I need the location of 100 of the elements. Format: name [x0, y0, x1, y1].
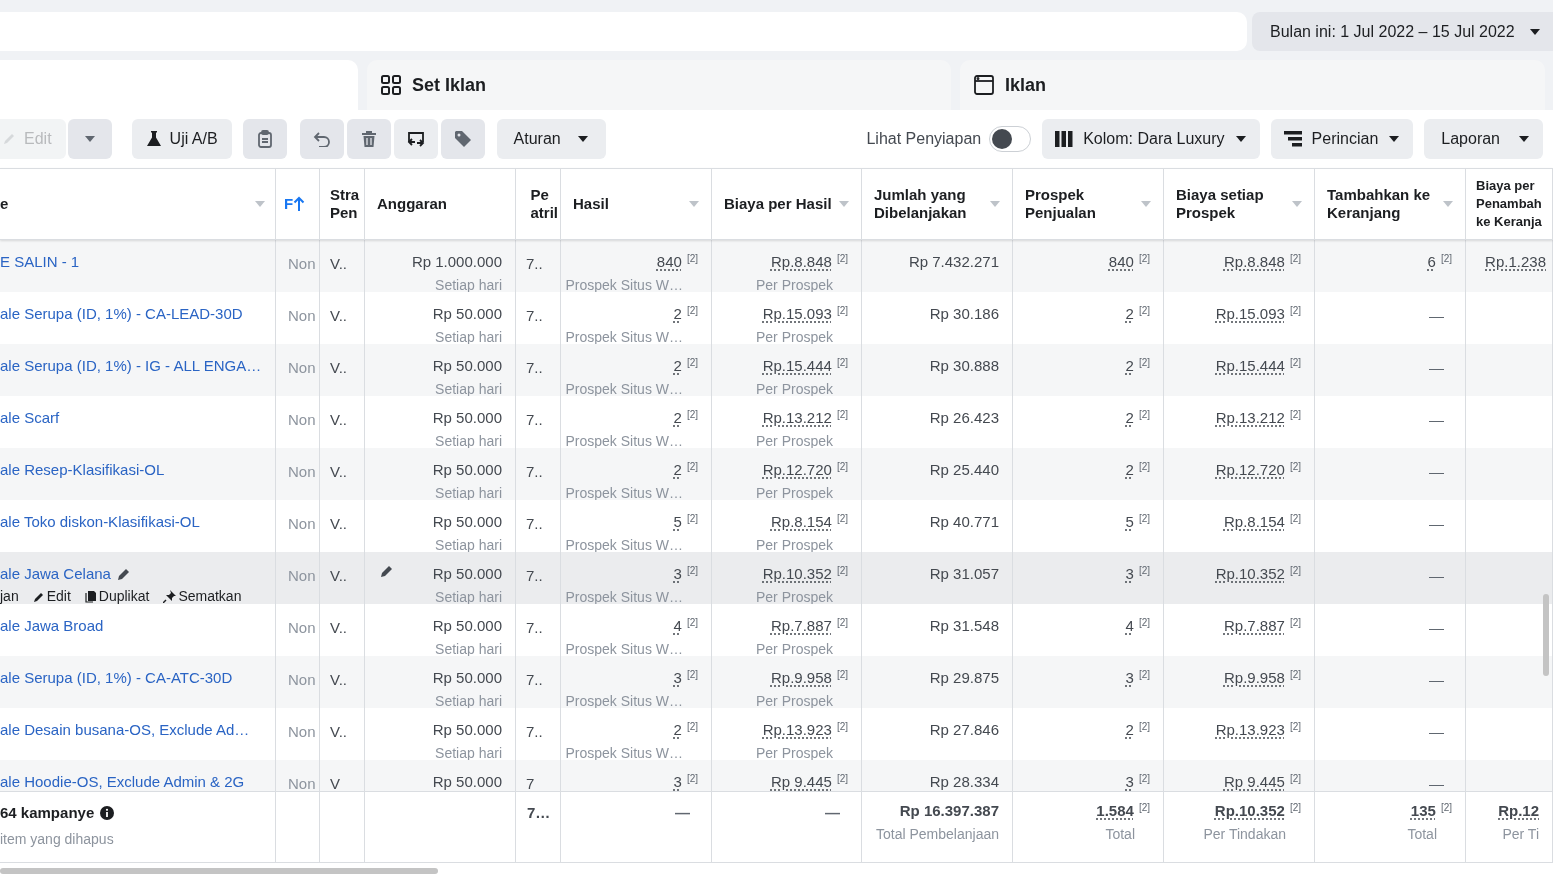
- campaign-link[interactable]: ale Scarf: [0, 409, 60, 427]
- metric-value[interactable]: 5: [673, 513, 682, 531]
- tab[interactable]: Iklan: [960, 60, 1545, 110]
- column-menu-icon[interactable]: [689, 201, 699, 207]
- metric-value[interactable]: Rp.10.352: [1214, 802, 1285, 820]
- metric-value[interactable]: Rp.8.848: [771, 253, 832, 271]
- tab[interactable]: Set Iklan: [367, 60, 951, 110]
- column-menu-icon[interactable]: [1443, 201, 1453, 207]
- column-header[interactable]: Biaya per Hasil: [724, 195, 832, 213]
- dropdown-button[interactable]: [67, 119, 112, 159]
- row-action-link[interactable]: Sematkan: [163, 586, 242, 604]
- metric-value[interactable]: Rp.9.958: [1224, 669, 1285, 687]
- metric-value[interactable]: 3: [673, 773, 682, 791]
- metric-value[interactable]: Rp.13.923: [1215, 721, 1285, 739]
- pencil-icon[interactable]: [380, 564, 394, 578]
- metric-value[interactable]: 2: [1125, 357, 1134, 375]
- metric-value[interactable]: 2: [673, 305, 682, 323]
- column-header[interactable]: Jumlah yang Dibelanjakan: [874, 186, 967, 222]
- metric-value[interactable]: 2: [1125, 305, 1134, 323]
- column-header[interactable]: Anggaran: [377, 195, 447, 213]
- campaign-link[interactable]: ale Hoodie-OS, Exclude Admin & 2G: [0, 773, 245, 791]
- scrollbar-thumb[interactable]: [0, 868, 438, 874]
- column-header[interactable]: Prospek Penjualan: [1025, 186, 1096, 222]
- campaign-link[interactable]: ale Toko diskon-Klasifikasi-OL: [0, 513, 200, 531]
- column-header[interactable]: Tambahkan ke Keranjang: [1327, 186, 1431, 222]
- campaign-link[interactable]: ale Desain busana-OS, Exclude Ad…: [0, 721, 250, 739]
- row-action-link[interactable]: Duplikat: [84, 586, 150, 604]
- sort-ascending-icon[interactable]: [293, 196, 306, 212]
- metric-value[interactable]: 1.584: [1096, 802, 1134, 820]
- scrollbar-thumb[interactable]: [1543, 594, 1549, 676]
- metric-value[interactable]: Rp.13.212: [1215, 409, 1285, 427]
- metric-value[interactable]: 2: [1125, 721, 1134, 739]
- clipboard-button[interactable]: [242, 119, 287, 159]
- metric-value[interactable]: 3: [1125, 565, 1134, 583]
- metric-value[interactable]: 2: [673, 357, 682, 375]
- metric-value[interactable]: 2: [673, 461, 682, 479]
- metric-value[interactable]: 840: [1108, 253, 1134, 271]
- column-header[interactable]: Pe atril: [530, 186, 558, 222]
- breakdown-dropdown[interactable]: Perincian: [1270, 119, 1414, 159]
- pencil-icon[interactable]: [116, 567, 131, 581]
- metric-value[interactable]: Rp.7.887: [1224, 617, 1285, 635]
- report-dropdown[interactable]: Laporan: [1424, 119, 1543, 159]
- metric-value[interactable]: 2: [1125, 461, 1134, 479]
- info-icon[interactable]: [100, 806, 115, 821]
- metric-value[interactable]: Rp.15.093: [1215, 305, 1285, 323]
- metric-value[interactable]: Rp.13.212: [762, 409, 832, 427]
- trash-button[interactable]: [346, 119, 391, 159]
- column-header[interactable]: Biaya per Penambah ke Keranja: [1476, 177, 1542, 231]
- metric-value[interactable]: Rp 9.445: [1224, 773, 1285, 791]
- column-header[interactable]: Biaya setiap Prospek: [1176, 186, 1264, 222]
- metric-value[interactable]: Rp.12.720: [762, 461, 832, 479]
- metric-value[interactable]: 4: [673, 617, 682, 635]
- column-menu-icon[interactable]: [839, 201, 849, 207]
- rules-dropdown[interactable]: Aturan: [496, 119, 606, 159]
- campaign-link[interactable]: E SALIN - 1: [0, 253, 80, 271]
- metric-value[interactable]: Rp.8.848: [1224, 253, 1285, 271]
- swap-button[interactable]: [393, 119, 438, 159]
- metric-value[interactable]: Rp.12.720: [1215, 461, 1285, 479]
- column-menu-icon[interactable]: [1292, 201, 1302, 207]
- metric-value[interactable]: Rp 9.445: [771, 773, 832, 791]
- column-header[interactable]: Stra Pen: [330, 186, 360, 222]
- metric-value[interactable]: 840: [656, 253, 682, 271]
- metric-value[interactable]: 3: [1125, 773, 1134, 791]
- campaign-link[interactable]: ale Serupa (ID, 1%) - IG - ALL ENGA…: [0, 357, 262, 375]
- campaign-link[interactable]: ale Jawa Celana: [0, 565, 111, 583]
- metric-value[interactable]: Rp.7.887: [771, 617, 832, 635]
- metric-value[interactable]: 3: [673, 669, 682, 687]
- metric-value[interactable]: 2: [673, 721, 682, 739]
- date-range-button[interactable]: Bulan ini: 1 Jul 2022 – 15 Jul 2022: [1252, 12, 1553, 51]
- column-header[interactable]: F: [284, 195, 294, 213]
- column-menu-icon[interactable]: [990, 201, 1000, 207]
- metric-value[interactable]: Rp.15.093: [762, 305, 832, 323]
- metric-value[interactable]: 2: [673, 409, 682, 427]
- row-action-link[interactable]: jan: [0, 586, 19, 604]
- campaign-link[interactable]: ale Jawa Broad: [0, 617, 104, 635]
- metric-value[interactable]: Rp.10.352: [1215, 565, 1285, 583]
- column-header[interactable]: Hasil: [573, 195, 609, 213]
- metric-value[interactable]: Rp.12: [1498, 802, 1539, 820]
- columns-dropdown[interactable]: Kolom: Dara Luxury: [1042, 119, 1260, 159]
- metric-value[interactable]: Rp.8.154: [1224, 513, 1285, 531]
- ab-test-button[interactable]: Uji A/B: [131, 119, 232, 159]
- undo-button[interactable]: [299, 119, 344, 159]
- campaign-link[interactable]: ale Serupa (ID, 1%) - CA-LEAD-30D: [0, 305, 243, 323]
- metric-value[interactable]: Rp.15.444: [762, 357, 832, 375]
- metric-value[interactable]: Rp.15.444: [1215, 357, 1285, 375]
- campaign-link[interactable]: ale Serupa (ID, 1%) - CA-ATC-30D: [0, 669, 233, 687]
- metric-value[interactable]: 5: [1125, 513, 1134, 531]
- toggle-switch[interactable]: [989, 126, 1032, 152]
- row-action-link[interactable]: Edit: [32, 586, 71, 604]
- metric-value[interactable]: 2: [1125, 409, 1134, 427]
- metric-value[interactable]: 3: [1125, 669, 1134, 687]
- metric-value[interactable]: 135: [1410, 802, 1436, 820]
- metric-value[interactable]: 4: [1125, 617, 1134, 635]
- tag-button[interactable]: [440, 119, 485, 159]
- column-header[interactable]: e: [0, 195, 9, 213]
- metric-value[interactable]: 6: [1427, 253, 1436, 271]
- metric-value[interactable]: Rp.10.352: [762, 565, 832, 583]
- column-menu-icon[interactable]: [1141, 201, 1151, 207]
- metric-value[interactable]: Rp.13.923: [762, 721, 832, 739]
- metric-value[interactable]: Rp.9.958: [771, 669, 832, 687]
